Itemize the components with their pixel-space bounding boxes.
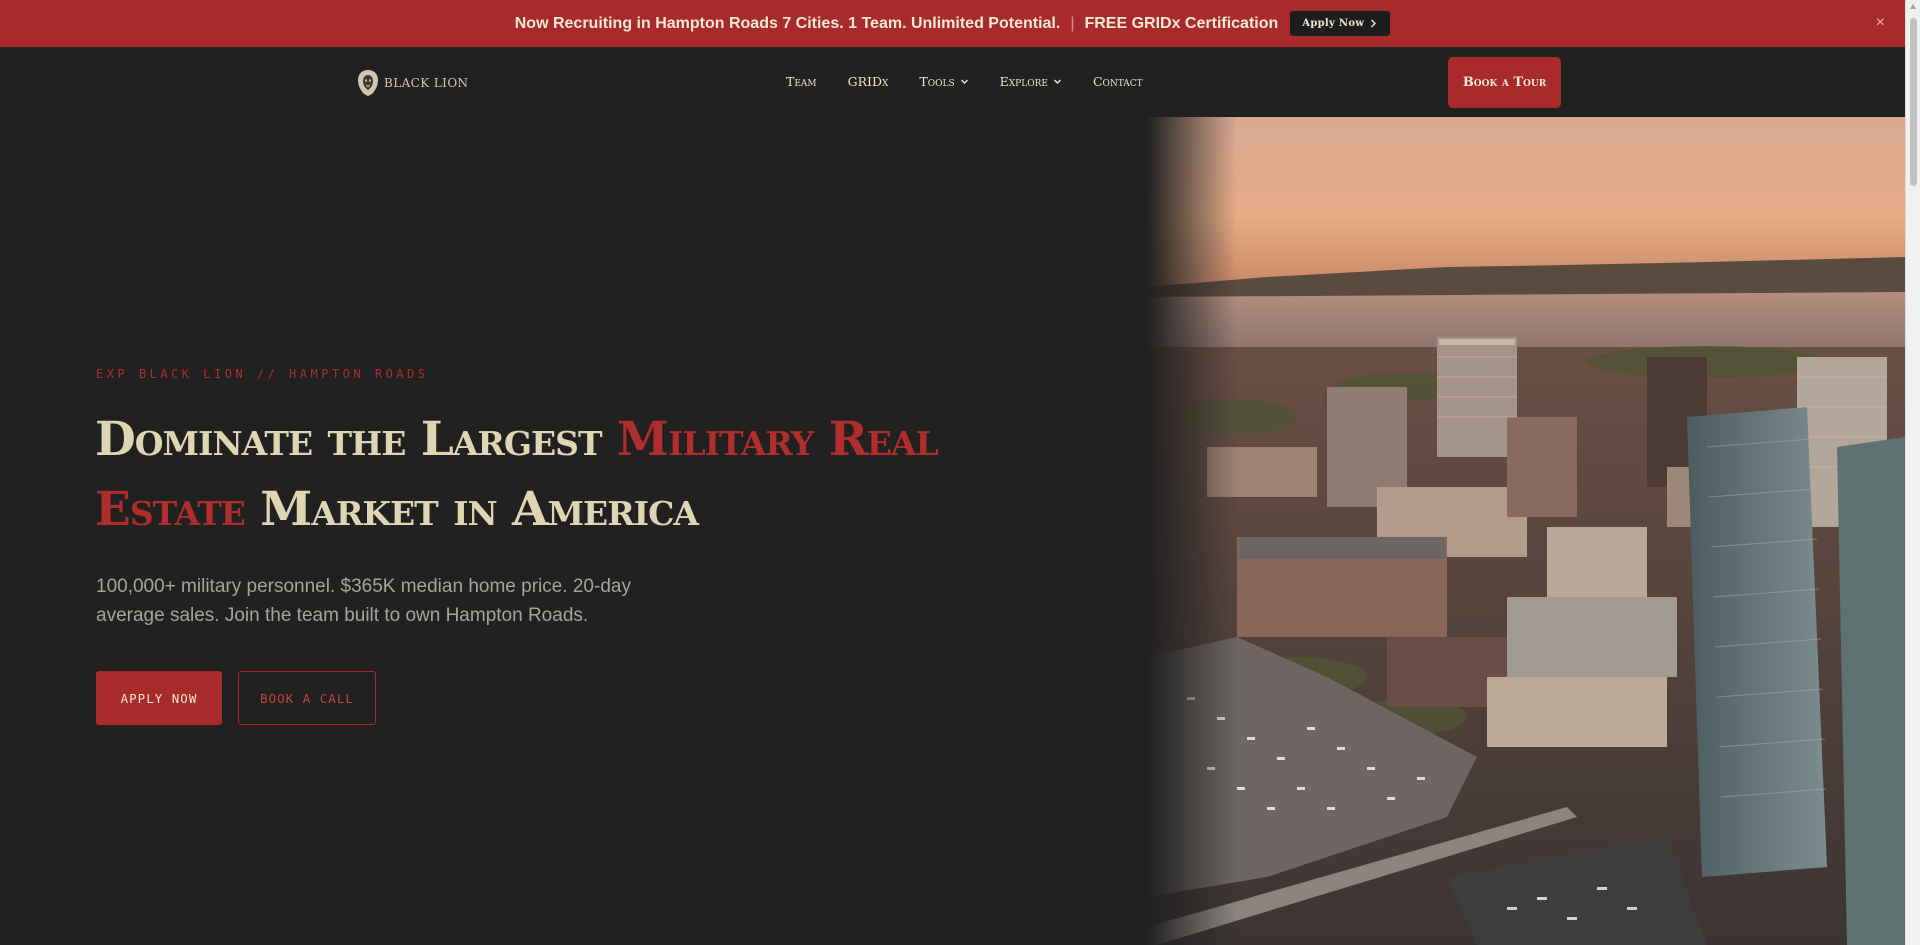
chevron-down-icon [1053, 79, 1061, 85]
hero-image-fade [1147, 117, 1237, 945]
nav-link-contact[interactable]: Contact [1093, 74, 1143, 89]
main-navigation: BLACK LION Team GRIDx Tools Explore Cont… [0, 47, 1905, 117]
nav-link-explore[interactable]: Explore [1000, 74, 1062, 89]
nav-link-gridx[interactable]: GRIDx [848, 74, 889, 89]
nav-link-label: Explore [999, 74, 1048, 89]
announcement-promo: FREE GRIDx Certification [1084, 14, 1279, 32]
hero-city-image [1147, 117, 1905, 945]
hero-subtext: 100,000+ military personnel. $365K media… [96, 576, 631, 626]
chevron-right-icon [1371, 19, 1377, 28]
hero-headline: Dominate the Largest Military Real Estat… [95, 405, 1015, 545]
lion-head-icon [358, 70, 378, 96]
book-tour-button[interactable]: Book a Tour [1448, 57, 1561, 108]
announcement-separator: | [1070, 14, 1075, 32]
headline-start: Dominate the Largest [95, 412, 617, 467]
scrollbar-thumb[interactable] [1910, 18, 1917, 186]
apply-now-button[interactable]: APPLY NOW [96, 671, 222, 725]
page-scrollbar[interactable] [1905, 0, 1920, 945]
chevron-down-icon [960, 79, 968, 85]
announcement-message: Now Recruiting in Hampton Roads 7 Cities… [514, 14, 1061, 32]
announcement-apply-button[interactable]: Apply Now [1290, 11, 1391, 36]
nav-link-label: GRIDx [847, 74, 889, 89]
nav-link-tools[interactable]: Tools [919, 74, 968, 89]
close-icon[interactable]: × [1876, 14, 1885, 32]
announcement-bar: Now Recruiting in Hampton Roads 7 Cities… [0, 0, 1905, 47]
logo[interactable]: BLACK LION [356, 69, 468, 97]
nav-link-label: Tools [919, 74, 955, 89]
headline-end: Market in America [244, 482, 699, 537]
scroll-up-icon[interactable] [1910, 4, 1916, 9]
nav-link-label: Team [786, 74, 817, 89]
nav-link-team[interactable]: Team [786, 74, 817, 89]
logo-text: BLACK LION [384, 76, 469, 90]
nav-link-label: Contact [1092, 74, 1143, 89]
book-call-button[interactable]: BOOK A CALL [238, 671, 376, 725]
nav-links: Team GRIDx Tools Explore Contact [786, 74, 1143, 89]
hero-eyebrow: EXP BLACK LION // HAMPTON ROADS [96, 367, 429, 381]
announcement-apply-label: Apply Now [1302, 18, 1365, 29]
